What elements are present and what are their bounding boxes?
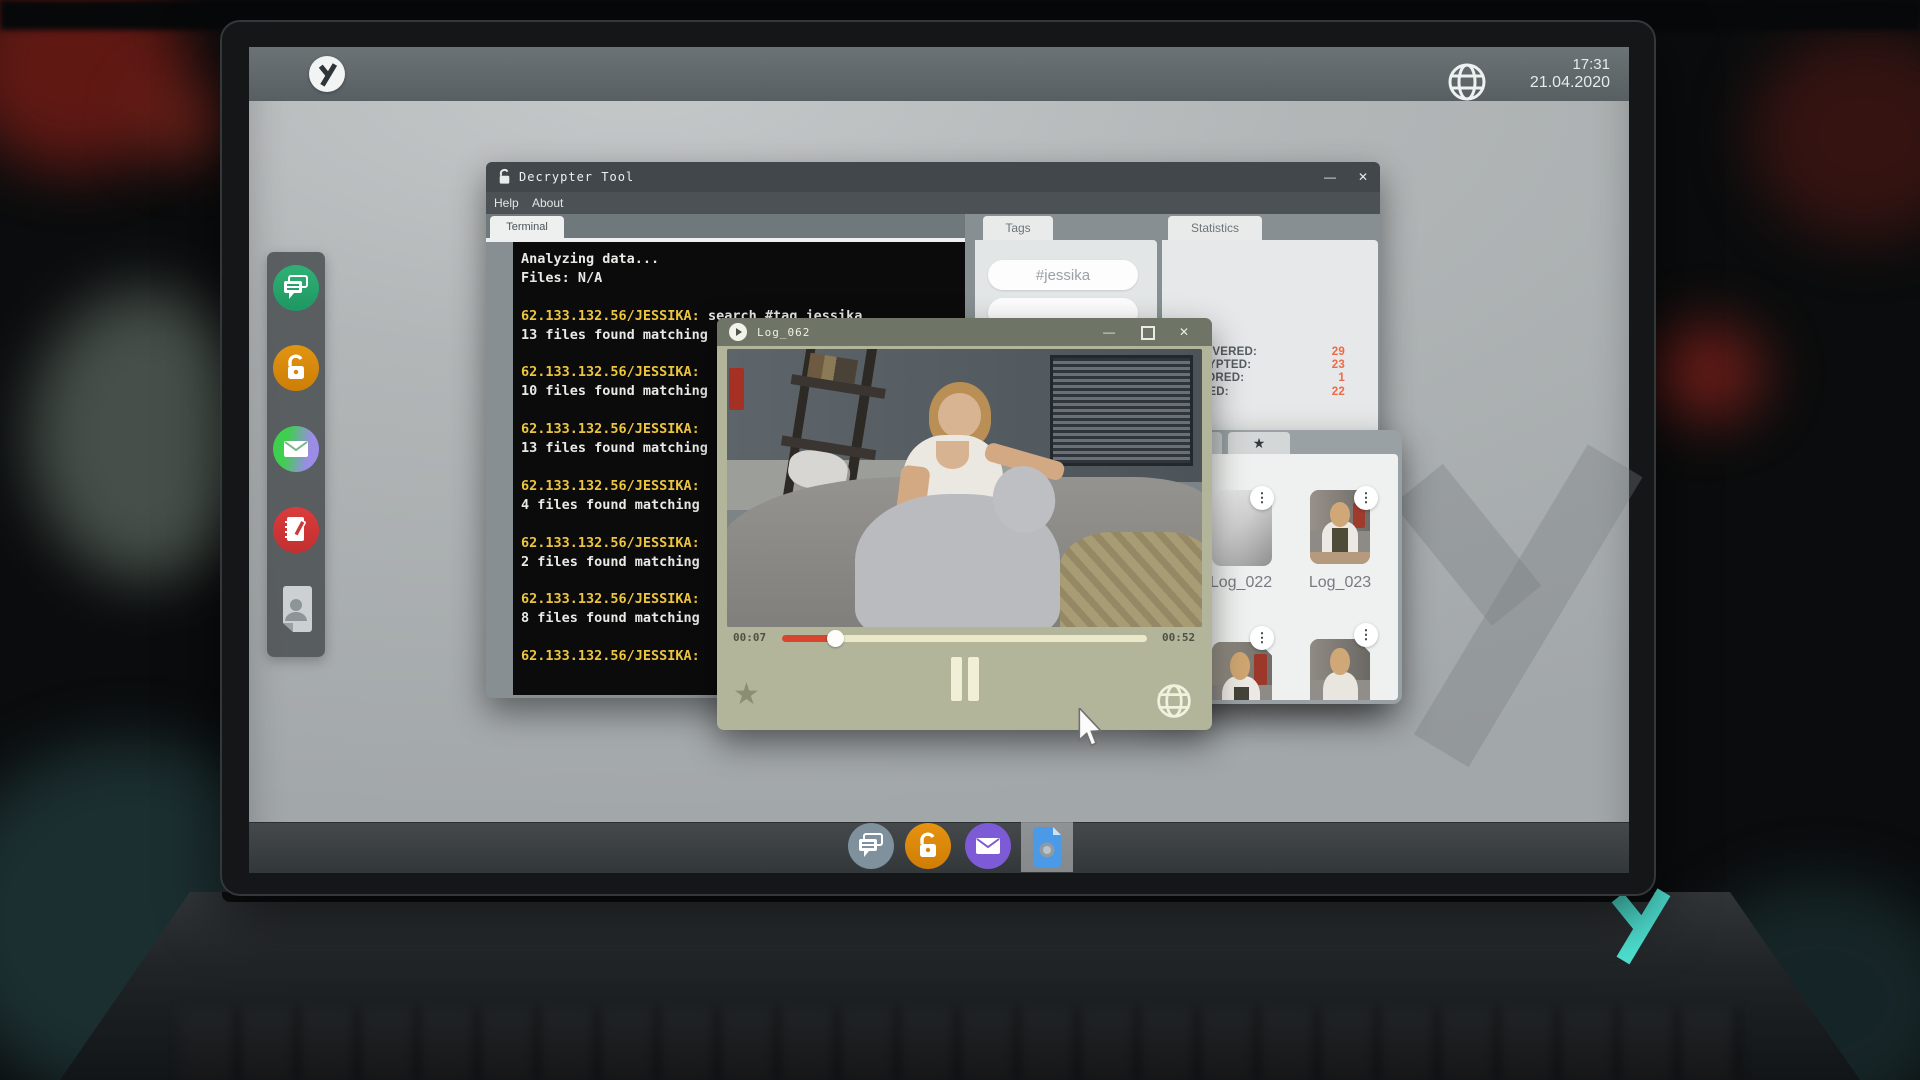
chat-icon bbox=[857, 833, 885, 859]
decrypter-menubar: Help About bbox=[486, 192, 1380, 214]
laptop-keyboard-blur bbox=[180, 1008, 1740, 1080]
decrypter-close-button[interactable]: ✕ bbox=[1358, 171, 1368, 183]
mouse-cursor bbox=[1077, 708, 1107, 748]
video-blanket bbox=[1060, 532, 1203, 627]
unlock-icon bbox=[497, 168, 512, 186]
os-logo-y-icon bbox=[316, 62, 338, 87]
file-menu-button[interactable]: ⋮ bbox=[1354, 486, 1378, 510]
tab-terminal[interactable]: Terminal bbox=[490, 216, 564, 238]
decrypter-window-title: Decrypter Tool bbox=[519, 170, 634, 184]
desktop-watermark-y bbox=[1360, 400, 1650, 800]
star-icon: ★ bbox=[1253, 435, 1266, 452]
thumb-person-head bbox=[1330, 648, 1349, 676]
thumb-red-detail bbox=[1254, 654, 1267, 685]
terminal-line: Files: N/A bbox=[521, 269, 965, 288]
file-menu-button[interactable]: ⋮ bbox=[1250, 486, 1274, 510]
dock-item-chat[interactable] bbox=[273, 265, 319, 311]
thumb-person-head bbox=[1230, 652, 1250, 680]
pause-bar bbox=[968, 657, 979, 701]
tag-chip[interactable]: #jessika bbox=[988, 260, 1138, 290]
player-total-time: 00:52 bbox=[1162, 631, 1195, 644]
file-menu-button[interactable]: ⋮ bbox=[1250, 626, 1274, 650]
thumb-person-tank bbox=[1332, 528, 1349, 555]
dock-item-decrypter[interactable] bbox=[273, 345, 319, 391]
video-blinds bbox=[1050, 355, 1193, 466]
video-file-icon bbox=[1031, 826, 1063, 868]
taskbar-item-chat[interactable] bbox=[848, 823, 894, 869]
notes-icon bbox=[284, 516, 310, 544]
thumb-person-tank bbox=[1234, 687, 1250, 700]
thumb-desk bbox=[1310, 552, 1370, 564]
player-titlebar[interactable]: Log_062 — ✕ bbox=[717, 318, 1212, 346]
contact-file-icon bbox=[277, 585, 315, 633]
video-person-face bbox=[938, 393, 981, 437]
dock-item-notes[interactable] bbox=[273, 507, 319, 553]
player-current-time: 00:07 bbox=[733, 631, 766, 644]
file-thumbnail[interactable] bbox=[1212, 642, 1272, 700]
player-close-button[interactable]: ✕ bbox=[1179, 326, 1189, 338]
files-tab-favorites[interactable]: ★ bbox=[1228, 432, 1290, 454]
chat-icon bbox=[282, 275, 310, 301]
bokeh-darkred-topright bbox=[1750, 30, 1920, 240]
favorite-star-button[interactable]: ★ bbox=[733, 680, 760, 710]
mail-icon bbox=[283, 440, 309, 458]
play-icon bbox=[729, 323, 747, 341]
file-label: Log_023 bbox=[1300, 574, 1380, 592]
video-person-chest bbox=[936, 441, 969, 469]
clock: 17:31 21.04.2020 bbox=[1470, 56, 1610, 92]
taskbar-item-decrypter[interactable] bbox=[905, 823, 951, 869]
thumb-person-head bbox=[1330, 502, 1350, 527]
os-topbar bbox=[249, 47, 1629, 101]
video-red-object bbox=[729, 368, 743, 410]
file-menu-button[interactable]: ⋮ bbox=[1354, 623, 1378, 647]
unlock-icon bbox=[284, 353, 308, 383]
player-maximize-button[interactable] bbox=[1141, 326, 1155, 340]
player-window-title: Log_062 bbox=[757, 326, 810, 339]
video-frame[interactable] bbox=[727, 349, 1202, 627]
taskbar-item-video-file-active[interactable] bbox=[1021, 822, 1073, 872]
scene-root: { "topbar": { "logo": "y", "time": "17:3… bbox=[0, 0, 1920, 1080]
bokeh-red-right bbox=[1650, 325, 1765, 420]
clock-time: 17:31 bbox=[1470, 56, 1610, 73]
mail-icon bbox=[975, 837, 1001, 855]
player-progress-track[interactable] bbox=[782, 635, 1147, 642]
thumb-person-body bbox=[1323, 672, 1358, 700]
pause-button[interactable] bbox=[949, 657, 981, 703]
brand-logo-teal bbox=[1602, 884, 1674, 966]
terminal-line: Analyzing data... bbox=[521, 250, 965, 269]
dock-item-mail[interactable] bbox=[273, 426, 319, 472]
tab-statistics[interactable]: Statistics bbox=[1168, 216, 1262, 240]
video-player-window: Log_062 — ✕ bbox=[717, 318, 1212, 730]
file-label: Log_022 bbox=[1201, 574, 1281, 592]
pause-bar bbox=[951, 657, 962, 701]
tab-tags[interactable]: Tags bbox=[983, 216, 1053, 240]
decrypter-titlebar[interactable]: Decrypter Tool — ✕ bbox=[486, 162, 1380, 192]
terminal-line bbox=[521, 288, 965, 307]
player-globe-button[interactable] bbox=[1155, 682, 1193, 720]
menu-about[interactable]: About bbox=[532, 196, 563, 210]
player-progress-knob[interactable] bbox=[827, 630, 844, 647]
bokeh-red-small bbox=[140, 85, 235, 160]
lock-icon bbox=[916, 831, 940, 861]
decrypter-minimize-button[interactable]: — bbox=[1324, 171, 1336, 183]
clock-date: 21.04.2020 bbox=[1470, 73, 1610, 92]
menu-help[interactable]: Help bbox=[494, 196, 519, 210]
os-logo-button[interactable] bbox=[309, 56, 345, 92]
player-minimize-button[interactable]: — bbox=[1103, 326, 1115, 338]
file-thumbnail[interactable] bbox=[1310, 639, 1370, 700]
dock-item-contacts[interactable] bbox=[277, 585, 315, 633]
taskbar-item-mail[interactable] bbox=[965, 823, 1011, 869]
